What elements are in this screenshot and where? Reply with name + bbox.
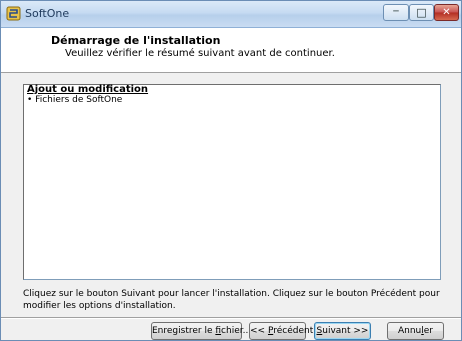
close-button[interactable]: ✕ xyxy=(434,4,459,21)
maximize-icon: □ xyxy=(416,6,427,19)
instructions-text: Cliquez sur le bouton Suivant pour lance… xyxy=(23,289,440,311)
minimize-icon: ─ xyxy=(393,7,399,17)
page-subtitle: Veuillez vérifier le résumé suivant avan… xyxy=(65,48,335,59)
next-button[interactable]: Suivant >> xyxy=(314,322,371,340)
save-file-label-suffix: ichier... xyxy=(221,326,252,336)
summary-box[interactable]: Ajout ou modification • Fichiers de Soft… xyxy=(23,84,441,280)
footer-separator xyxy=(1,317,461,319)
next-label-suffix: uivant >> xyxy=(322,326,369,336)
cancel-label-suffix: er xyxy=(423,326,434,336)
previous-label-suffix: récédent xyxy=(273,326,314,336)
close-icon: ✕ xyxy=(442,7,451,18)
minimize-button[interactable]: ─ xyxy=(383,4,409,21)
previous-label-prefix: << xyxy=(250,326,268,336)
cancel-button[interactable]: Annuler xyxy=(387,322,444,340)
softone-app-icon xyxy=(6,6,21,21)
wizard-header: Démarrage de l'installation Veuillez vér… xyxy=(1,28,461,73)
maximize-button[interactable]: □ xyxy=(409,4,434,21)
page-title: Démarrage de l'installation xyxy=(51,34,221,47)
installer-window: SoftOne ─ □ ✕ Démarrage de l'installatio… xyxy=(0,0,462,341)
save-file-label-prefix: Enregistrer le xyxy=(152,326,216,336)
window-title: SoftOne xyxy=(25,7,70,20)
previous-button[interactable]: << Précédent xyxy=(249,322,313,340)
summary-heading: Ajout ou modification xyxy=(27,84,149,95)
cancel-label-prefix: Annu xyxy=(397,326,422,336)
title-bar[interactable]: SoftOne ─ □ ✕ xyxy=(1,1,461,28)
summary-item: • Fichiers de SoftOne xyxy=(27,95,123,105)
save-file-button[interactable]: Enregistrer le fichier... xyxy=(151,322,251,340)
